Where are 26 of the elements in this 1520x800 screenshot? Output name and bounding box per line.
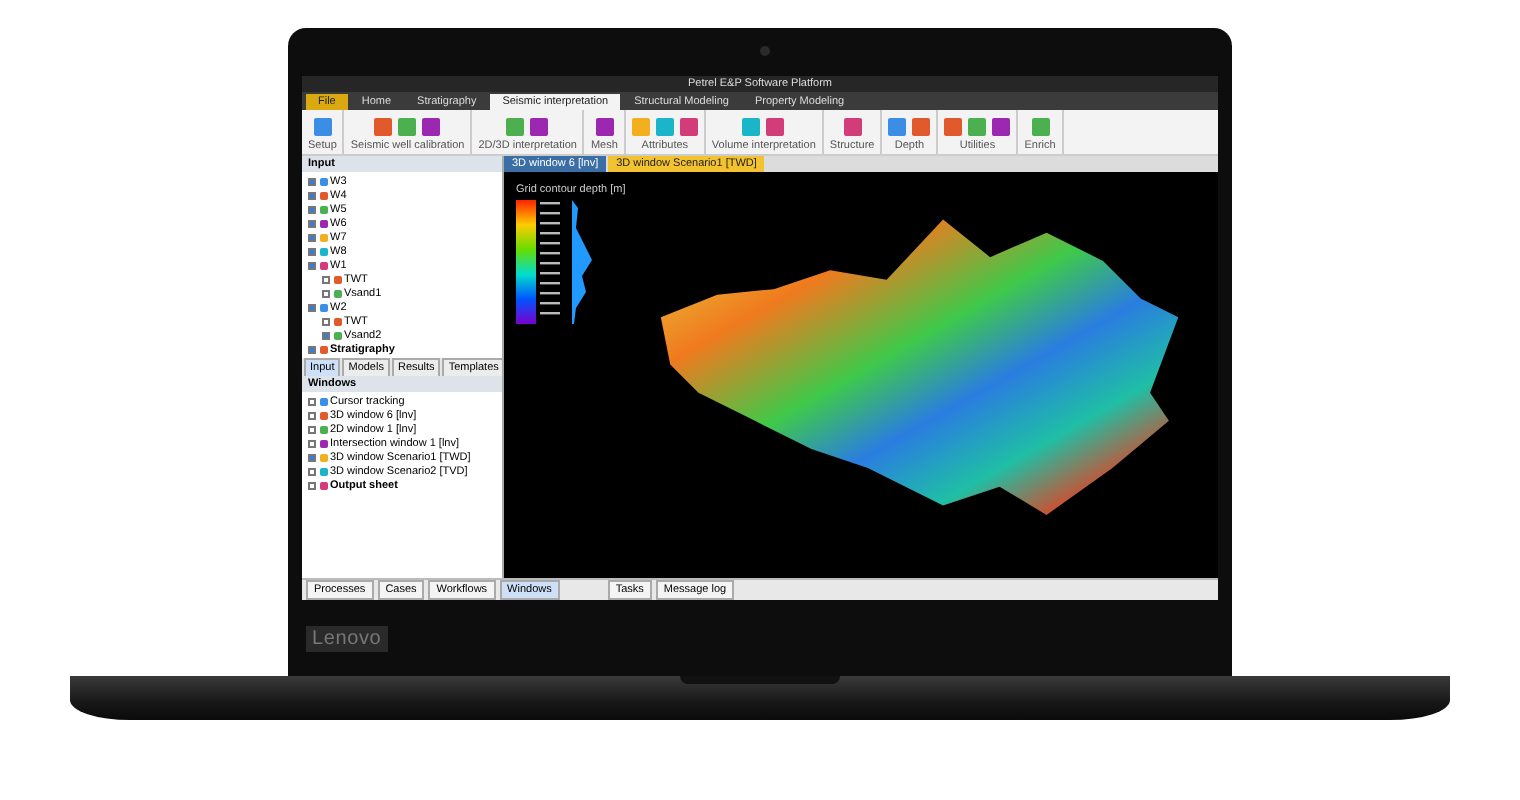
tree-checkbox[interactable] [308,247,316,255]
tree-checkbox[interactable] [308,481,316,489]
tree-checkbox[interactable] [322,331,330,339]
color-scale-drawing [516,200,596,324]
tool-icon[interactable] [313,118,332,136]
tree-checkbox[interactable] [308,303,316,311]
tree-checkbox[interactable] [308,233,316,241]
tree-checkbox[interactable] [308,397,316,405]
tool-icon[interactable] [1031,118,1050,136]
tree-checkbox[interactable] [308,191,316,199]
tree-checkbox[interactable] [308,439,316,447]
tree-checkbox[interactable] [308,177,316,185]
tree-checkbox[interactable] [308,467,316,475]
tree-checkbox[interactable] [322,275,330,283]
tree-checkbox[interactable] [308,261,316,269]
tree-checkbox[interactable] [308,453,316,461]
brand-logo: Lenovo [306,625,388,651]
tree-checkbox[interactable] [308,425,316,433]
tree-checkbox[interactable] [322,289,330,297]
tree-checkbox[interactable] [308,345,316,353]
tree-checkbox[interactable] [308,411,316,419]
tree-checkbox[interactable] [308,205,316,213]
tree-checkbox[interactable] [308,219,316,227]
tree-checkbox[interactable] [322,317,330,325]
tool-icon[interactable] [843,118,862,136]
camera-icon [760,46,770,56]
